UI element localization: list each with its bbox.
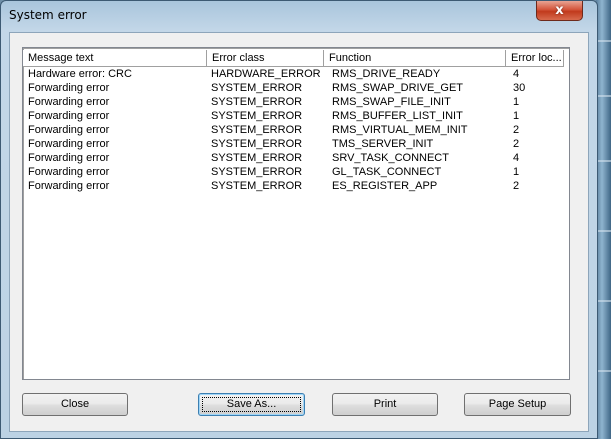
close-button[interactable]: Close	[22, 393, 128, 416]
table-row[interactable]: Forwarding error SYSTEM_ERROR RMS_SWAP_DRI…	[23, 81, 569, 95]
table-row[interactable]: Forwarding error SYSTEM_ERROR GL_TASK_CONN…	[23, 165, 569, 179]
save-as-button[interactable]: Save As...	[198, 393, 305, 416]
message-text-cell: Forwarding error	[28, 110, 110, 122]
message-text-cell: Forwarding error	[28, 82, 110, 94]
close-icon: x	[555, 3, 564, 18]
page-setup-button-label: Page Setup	[488, 398, 547, 410]
message-text-cell: Hardware error: CRC	[28, 68, 132, 80]
error-location-cell: 30	[513, 82, 526, 94]
error-class-cell: SYSTEM_ERROR	[211, 96, 303, 108]
list-header: Message text Error class Function Error …	[23, 50, 569, 67]
close-button-label: Close	[60, 398, 90, 410]
function-cell: RMS_VIRTUAL_MEM_INIT	[332, 124, 468, 136]
error-list[interactable]: Message text Error class Function Error …	[22, 47, 570, 380]
error-class-cell: SYSTEM_ERROR	[211, 124, 303, 136]
message-text-cell: Forwarding error	[28, 166, 110, 178]
error-location-cell: 2	[513, 180, 520, 192]
print-button-label: Print	[373, 398, 397, 410]
window-title: System error	[9, 8, 87, 22]
system-error-dialog: System error x Message text Error class …	[0, 0, 598, 439]
table-row[interactable]: Forwarding error SYSTEM_ERROR SRV_TASK_CON…	[23, 151, 569, 165]
function-cell: SRV_TASK_CONNECT	[332, 152, 449, 164]
table-row[interactable]: Forwarding error SYSTEM_ERROR TMS_SERVER_I…	[23, 137, 569, 151]
message-text-cell: Forwarding error	[28, 96, 110, 108]
table-row[interactable]: Hardware error: CRC HARDWARE_ERROR RMS_DRI…	[23, 67, 569, 81]
title-bar[interactable]: System error x	[1, 1, 597, 31]
message-text-cell: Forwarding error	[28, 152, 110, 164]
error-class-cell: SYSTEM_ERROR	[211, 82, 303, 94]
function-cell: TMS_SERVER_INIT	[332, 138, 434, 150]
save-as-button-label: Save As...	[226, 398, 277, 410]
error-location-cell: 2	[513, 124, 520, 136]
window-close-button[interactable]: x	[536, 1, 583, 21]
error-class-cell: SYSTEM_ERROR	[211, 138, 303, 150]
function-cell: RMS_BUFFER_LIST_INIT	[332, 110, 463, 122]
message-text-cell: Forwarding error	[28, 124, 110, 136]
function-cell: ES_REGISTER_APP	[332, 180, 438, 192]
desktop-background	[596, 0, 611, 439]
print-button[interactable]: Print	[332, 393, 438, 416]
function-cell: GL_TASK_CONNECT	[332, 166, 442, 178]
table-row[interactable]: Forwarding error SYSTEM_ERROR RMS_BUFFER_L…	[23, 109, 569, 123]
error-class-cell: SYSTEM_ERROR	[211, 166, 303, 178]
error-location-cell: 1	[513, 166, 520, 178]
error-location-cell: 4	[513, 68, 520, 80]
function-cell: RMS_SWAP_DRIVE_GET	[332, 82, 464, 94]
table-row[interactable]: Forwarding error SYSTEM_ERROR RMS_SWAP_FIL…	[23, 95, 569, 109]
dialog-client-area: Message text Error class Function Error …	[9, 32, 589, 432]
column-header-message-text[interactable]: Message text	[23, 50, 207, 67]
column-header-error-class[interactable]: Error class	[207, 50, 324, 67]
message-text-cell: Forwarding error	[28, 138, 110, 150]
column-header-error-location[interactable]: Error loc...	[506, 50, 564, 67]
error-class-cell: SYSTEM_ERROR	[211, 180, 303, 192]
error-location-cell: 2	[513, 138, 520, 150]
error-location-cell: 1	[513, 110, 520, 122]
function-cell: RMS_DRIVE_READY	[332, 68, 441, 80]
error-class-cell: SYSTEM_ERROR	[211, 152, 303, 164]
table-row[interactable]: Forwarding error SYSTEM_ERROR ES_REGISTER_…	[23, 179, 569, 193]
message-text-cell: Forwarding error	[28, 180, 110, 192]
function-cell: RMS_SWAP_FILE_INIT	[332, 96, 451, 108]
page-setup-button[interactable]: Page Setup	[464, 393, 571, 416]
error-location-cell: 1	[513, 96, 520, 108]
error-class-cell: SYSTEM_ERROR	[211, 110, 303, 122]
error-location-cell: 4	[513, 152, 520, 164]
table-row[interactable]: Forwarding error SYSTEM_ERROR RMS_VIRTUAL_…	[23, 123, 569, 137]
error-class-cell: HARDWARE_ERROR	[211, 68, 321, 80]
list-rows: Hardware error: CRC HARDWARE_ERROR RMS_DRI…	[23, 67, 569, 193]
column-header-function[interactable]: Function	[324, 50, 506, 67]
